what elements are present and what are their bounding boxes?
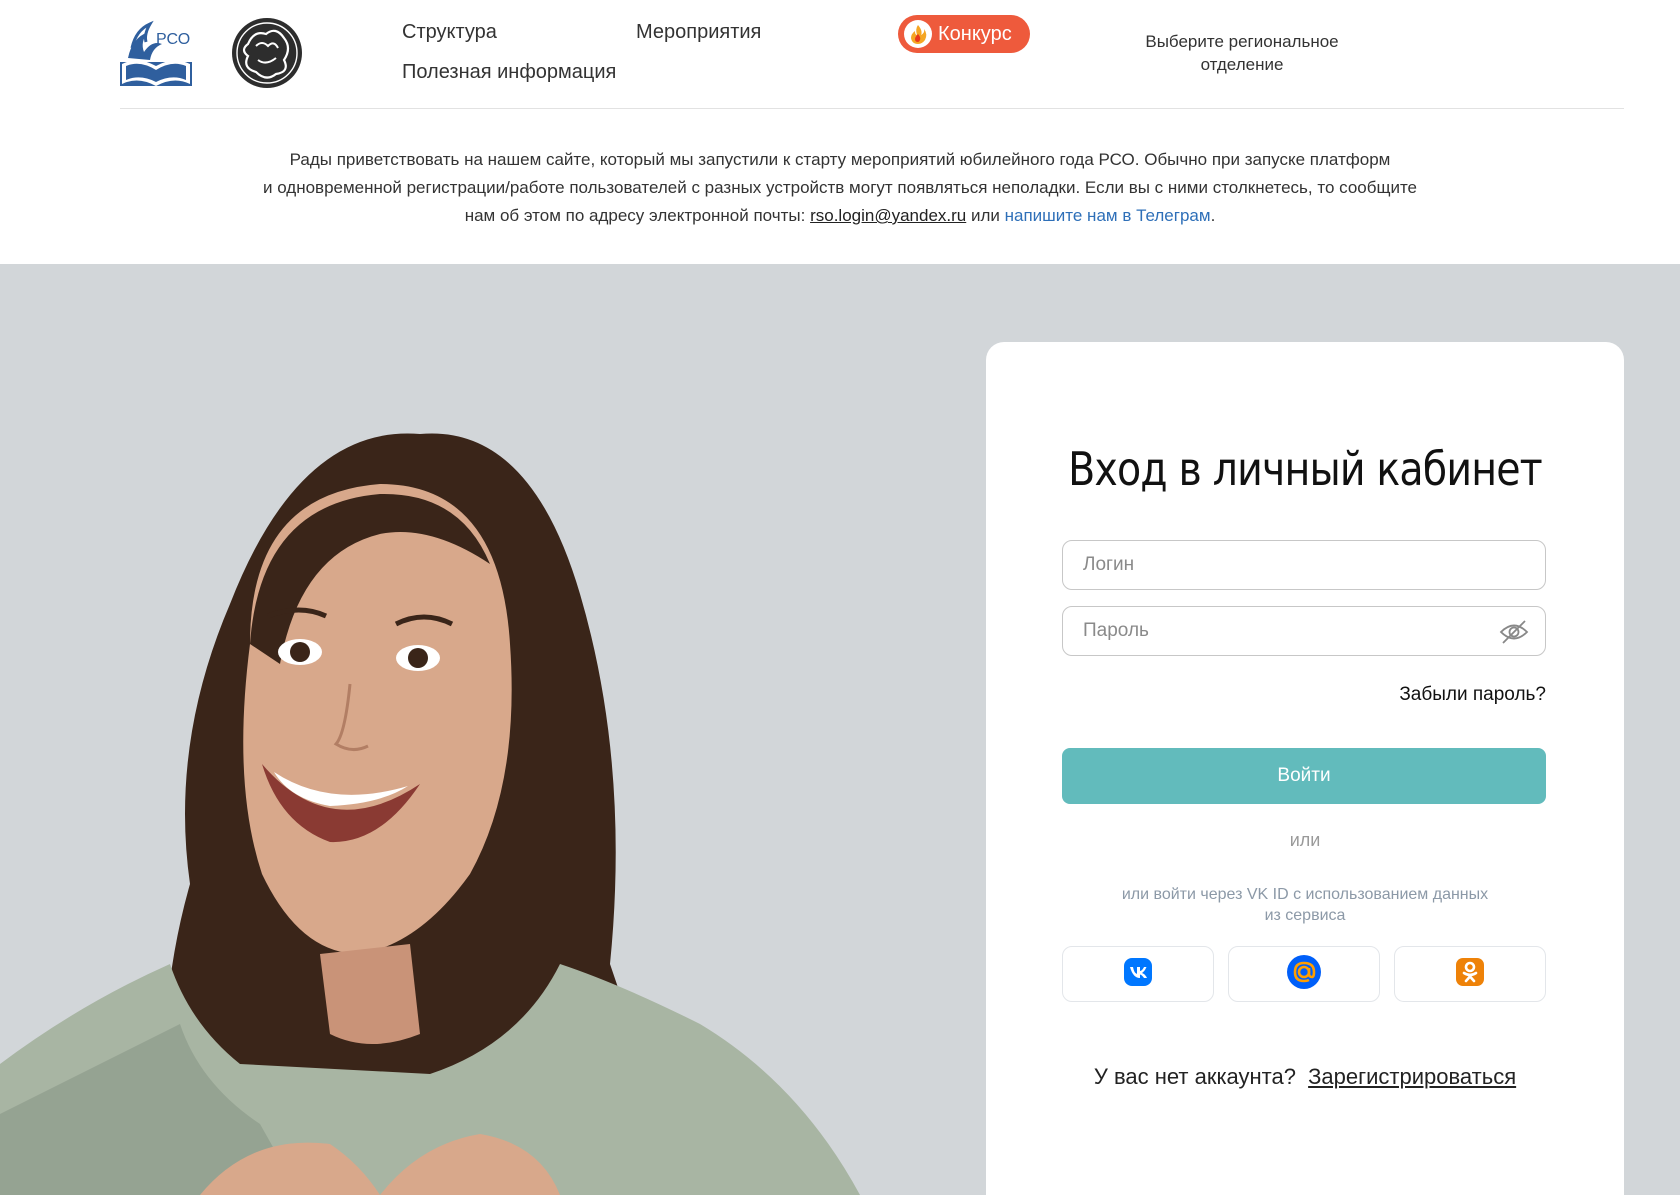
- contest-button[interactable]: Конкурс: [898, 15, 1030, 53]
- login-submit-button[interactable]: Войти: [1062, 748, 1546, 804]
- notice-or: или: [966, 206, 1005, 225]
- rso-logo[interactable]: РСО: [118, 18, 196, 90]
- ok-login-button[interactable]: [1394, 946, 1546, 1002]
- region-select[interactable]: Выберите региональное отделение: [1120, 30, 1364, 76]
- register-prompt: У вас нет аккаунта? Зарегистрироваться: [986, 1064, 1624, 1090]
- forgot-password-link[interactable]: Забыли пароль?: [1399, 684, 1546, 706]
- hero-section: Вход в личный кабинет Забыли пароль? Вой…: [0, 264, 1680, 1195]
- flame-icon: [904, 20, 932, 48]
- region-select-line2: отделение: [1200, 55, 1284, 74]
- rso-logo-text: РСО: [156, 31, 190, 48]
- welcome-notice: Рады приветствовать на нашем сайте, кото…: [220, 146, 1460, 230]
- telegram-link[interactable]: напишите нам в Телеграм: [1005, 206, 1211, 225]
- vk-id-hint: или войти через VK ID с использованием д…: [1086, 884, 1524, 926]
- vk-login-button[interactable]: [1062, 946, 1214, 1002]
- contest-label: Конкурс: [938, 22, 1012, 45]
- support-email-link[interactable]: rso.login@yandex.ru: [810, 206, 966, 225]
- vk-id-hint-line1: или войти через VK ID с использованием д…: [1121, 886, 1489, 903]
- no-account-text: У вас нет аккаунта?: [1093, 1064, 1296, 1089]
- nav-useful-info[interactable]: Полезная информация: [402, 61, 616, 84]
- mail-ru-login-button[interactable]: [1228, 946, 1380, 1002]
- login-title: Вход в личный кабинет: [1068, 442, 1543, 496]
- password-field[interactable]: [1062, 606, 1546, 656]
- password-input[interactable]: [1063, 607, 1545, 655]
- region-select-line1: Выберите региональное: [1145, 32, 1339, 51]
- notice-line-2: и одновременной регистрации/работе польз…: [262, 178, 1418, 197]
- notice-end: .: [1210, 206, 1216, 225]
- login-field[interactable]: [1062, 540, 1546, 590]
- notice-line-1: Рады приветствовать на нашем сайте, кото…: [289, 150, 1391, 169]
- jubilee-logo[interactable]: [230, 16, 304, 90]
- header-divider: [120, 108, 1624, 109]
- vk-id-hint-line2: из сервиса: [1264, 907, 1346, 924]
- nav-events[interactable]: Мероприятия: [636, 21, 761, 44]
- site-header: РСО Структура Мероприятия Полезная инфор…: [0, 0, 1680, 110]
- mail-ru-icon: [1286, 954, 1322, 995]
- eye-off-icon[interactable]: [1499, 619, 1529, 645]
- login-input[interactable]: [1063, 541, 1545, 589]
- odnoklassniki-icon: [1455, 957, 1485, 992]
- notice-line-3: нам об этом по адресу электронной почты:…: [220, 202, 1460, 230]
- register-link[interactable]: Зарегистрироваться: [1308, 1064, 1516, 1089]
- nav-structure[interactable]: Структура: [402, 21, 497, 44]
- vk-icon: [1123, 957, 1153, 992]
- notice-line-3-prefix: нам об этом по адресу электронной почты:: [464, 206, 811, 225]
- login-card: Вход в личный кабинет Забыли пароль? Вой…: [986, 342, 1624, 1195]
- or-separator: или: [1289, 830, 1321, 850]
- hero-photo: [0, 433, 860, 1195]
